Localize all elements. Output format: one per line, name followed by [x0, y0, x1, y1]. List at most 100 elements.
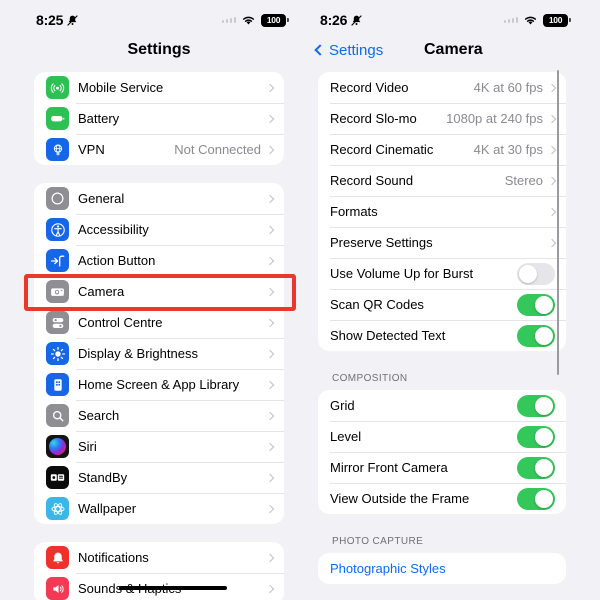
mobile-service-icon: [46, 76, 69, 99]
chevron-right-icon: [265, 83, 275, 92]
chevron-right-icon: [265, 194, 275, 203]
sidebar-item-wallpaper[interactable]: Wallpaper: [34, 493, 284, 524]
home-screen-icon: [46, 373, 69, 396]
chevron-right-icon: [265, 225, 275, 234]
chevron-left-icon: [314, 44, 326, 56]
page-title-camera: Camera: [424, 41, 483, 58]
status-time-left: 8:25: [36, 12, 79, 28]
row-record-video[interactable]: Record Video 4K at 60 fps: [318, 72, 566, 103]
camera-group-composition: Grid Level Mirror Front Camera View Outs…: [318, 390, 566, 514]
search-icon: [46, 404, 69, 427]
chevron-right-icon: [265, 145, 275, 154]
row-label: Use Volume Up for Burst: [330, 266, 474, 281]
siri-orb: [49, 438, 66, 455]
sidebar-item-camera[interactable]: Camera: [34, 276, 284, 307]
row-record-cinematic[interactable]: Record Cinematic 4K at 30 fps: [318, 134, 566, 165]
battery-level-left: 100: [266, 15, 281, 25]
toggle-level[interactable]: [517, 425, 555, 448]
wifi-icon: [242, 16, 255, 25]
row-record-slo-mo[interactable]: Record Slo-mo 1080p at 240 fps: [318, 103, 566, 134]
status-time-right-text: 8:26: [320, 12, 348, 28]
sidebar-item-battery[interactable]: Battery: [34, 103, 284, 134]
row-label: Scan QR Codes: [330, 297, 424, 312]
settings-group-connectivity: Mobile Service Battery VPN Not Connected: [34, 72, 284, 165]
sidebar-item-detail: Not Connected: [174, 142, 261, 157]
chevron-right-icon: [265, 504, 275, 513]
chevron-right-icon: [265, 380, 275, 389]
sidebar-item-label: Home Screen & App Library: [78, 377, 240, 392]
row-level[interactable]: Level: [318, 421, 566, 452]
toggle-view-outside-the-frame[interactable]: [517, 487, 555, 510]
chevron-right-icon: [265, 349, 275, 358]
right-phone-panel: 8:26 100 Settings Camera Record Video 4K…: [300, 0, 600, 600]
toggle-scan-qr-codes[interactable]: [517, 293, 555, 316]
row-mirror-front-camera[interactable]: Mirror Front Camera: [318, 452, 566, 483]
row-label: View Outside the Frame: [330, 491, 470, 506]
sidebar-item-action-button[interactable]: Action Button: [34, 245, 284, 276]
chevron-right-icon: [547, 238, 557, 247]
row-show-detected-text[interactable]: Show Detected Text: [318, 320, 566, 351]
sidebar-item-accessibility[interactable]: Accessibility: [34, 214, 284, 245]
sidebar-item-standby[interactable]: StandBy: [34, 462, 284, 493]
wallpaper-icon: [46, 497, 69, 520]
toggle-grid[interactable]: [517, 394, 555, 417]
battery-indicator-right: 100: [543, 13, 571, 27]
chevron-right-icon: [547, 145, 557, 154]
section-header-composition: COMPOSITION: [332, 373, 408, 384]
nav-bar-left: Settings: [22, 34, 296, 66]
status-time-right: 8:26: [320, 12, 363, 28]
row-label: Formats: [330, 204, 378, 219]
toggle-show-detected-text[interactable]: [517, 324, 555, 347]
chevron-right-icon: [265, 553, 275, 562]
row-grid[interactable]: Grid: [318, 390, 566, 421]
chevron-right-icon: [265, 114, 275, 123]
row-scan-qr-codes[interactable]: Scan QR Codes: [318, 289, 566, 320]
sidebar-item-label: Camera: [78, 284, 125, 299]
sidebar-item-label: Battery: [78, 111, 120, 126]
row-label: Record Video: [330, 80, 409, 95]
toggle-mirror-front-camera[interactable]: [517, 456, 555, 479]
sidebar-item-notifications[interactable]: Notifications: [34, 542, 284, 573]
toggle-use-volume-up-for-burst[interactable]: [517, 262, 555, 285]
row-detail: 4K at 30 fps: [473, 142, 543, 157]
section-header-photo-capture: PHOTO CAPTURE: [332, 536, 424, 547]
brightness-icon: [46, 342, 69, 365]
back-button-label: Settings: [329, 41, 384, 59]
row-label: Grid: [330, 398, 355, 413]
back-button-settings[interactable]: Settings: [314, 41, 384, 59]
scrollbar-right[interactable]: [556, 70, 559, 375]
status-time-left-text: 8:25: [36, 12, 64, 28]
sidebar-item-siri[interactable]: Siri: [34, 431, 284, 462]
camera-icon: [46, 280, 69, 303]
sidebar-item-control-centre[interactable]: Control Centre: [34, 307, 284, 338]
page-title-settings: Settings: [127, 41, 191, 58]
row-label: Level: [330, 429, 362, 444]
row-label: Record Cinematic: [330, 142, 434, 157]
sidebar-item-label: Siri: [78, 439, 97, 454]
sidebar-item-display-brightness[interactable]: Display & Brightness: [34, 338, 284, 369]
bell-slash-icon: [67, 14, 79, 26]
row-record-sound[interactable]: Record Sound Stereo: [318, 165, 566, 196]
camera-group-capture: Record Video 4K at 60 fps Record Slo-mo …: [318, 72, 566, 351]
row-detail: 1080p at 240 fps: [446, 111, 543, 126]
battery-indicator-left: 100: [261, 13, 289, 27]
sidebar-item-search[interactable]: Search: [34, 400, 284, 431]
battery-level-right: 100: [548, 15, 563, 25]
sidebar-item-label: Wallpaper: [78, 501, 137, 516]
chevron-right-icon: [265, 584, 275, 593]
sidebar-item-mobile-service[interactable]: Mobile Service: [34, 72, 284, 103]
general-gear-icon: [46, 187, 69, 210]
sidebar-item-label: Control Centre: [78, 315, 163, 330]
row-label: Record Slo-mo: [330, 111, 417, 126]
camera-settings-list: Record Video 4K at 60 fps Record Slo-mo …: [306, 66, 578, 584]
sidebar-item-vpn[interactable]: VPN Not Connected: [34, 134, 284, 165]
row-use-volume-up-for-burst[interactable]: Use Volume Up for Burst: [318, 258, 566, 289]
sidebar-item-general[interactable]: General: [34, 183, 284, 214]
sidebar-item-home-screen[interactable]: Home Screen & App Library: [34, 369, 284, 400]
row-photographic-styles[interactable]: Photographic Styles: [318, 553, 566, 584]
row-view-outside-the-frame[interactable]: View Outside the Frame: [318, 483, 566, 514]
sidebar-item-label: General: [78, 191, 125, 206]
chevron-right-icon: [547, 176, 557, 185]
row-formats[interactable]: Formats: [318, 196, 566, 227]
row-preserve-settings[interactable]: Preserve Settings: [318, 227, 566, 258]
